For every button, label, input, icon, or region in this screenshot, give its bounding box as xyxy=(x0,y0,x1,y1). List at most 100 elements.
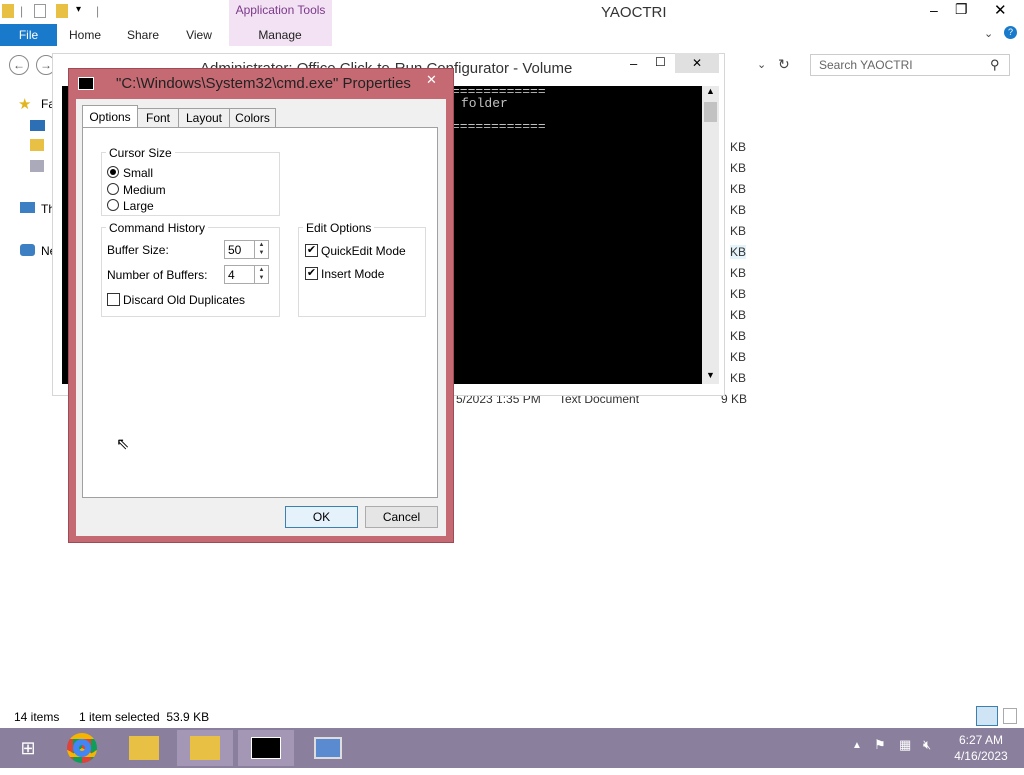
show-hidden-icons-icon[interactable]: ▲ xyxy=(852,740,862,751)
tab-options[interactable]: Options xyxy=(82,105,138,128)
tab-home[interactable]: Home xyxy=(62,24,108,46)
file-size: KB xyxy=(730,140,747,154)
restore-button[interactable]: ❐ xyxy=(955,1,968,18)
spin-arrows-icon[interactable]: ▲ ▼ xyxy=(254,241,268,258)
file-size: KB xyxy=(730,182,747,196)
tab-share[interactable]: Share xyxy=(120,24,166,46)
refresh-icon[interactable]: ↻ xyxy=(778,56,790,73)
file-size: KB xyxy=(730,287,747,301)
downloads-icon[interactable] xyxy=(30,139,44,151)
insert-mode-checkbox[interactable]: ✔ xyxy=(305,267,318,280)
radio-small[interactable] xyxy=(107,166,119,178)
file-size: KB xyxy=(730,308,747,322)
help-icon[interactable]: ? xyxy=(1004,26,1017,39)
search-input[interactable]: Search YAOCTRI xyxy=(810,54,1010,76)
window-title: YAOCTRI xyxy=(601,4,667,21)
tab-colors[interactable]: Colors xyxy=(229,108,276,128)
scroll-up-icon[interactable]: ▲ xyxy=(706,86,715,96)
file-size: KB xyxy=(730,329,747,343)
cmd-close-button[interactable]: ✕ xyxy=(675,53,719,73)
num-buffers-stepper[interactable]: 4 ▲ ▼ xyxy=(224,265,269,284)
tab-manage[interactable]: Manage xyxy=(250,24,310,46)
clock-time: 6:27 AM xyxy=(958,733,1004,747)
ok-button[interactable]: OK xyxy=(285,506,358,528)
file-size: KB xyxy=(730,245,747,259)
insert-mode-label[interactable]: Insert Mode xyxy=(321,267,384,281)
radio-large-label[interactable]: Large xyxy=(123,199,154,213)
radio-small-label[interactable]: Small xyxy=(123,166,153,180)
cmd-taskbar-icon[interactable] xyxy=(238,730,294,766)
num-buffers-value[interactable]: 4 xyxy=(228,268,235,282)
qat-dropdown-icon[interactable]: ▾ xyxy=(76,4,81,15)
file-size: KB xyxy=(730,203,747,217)
radio-medium[interactable] xyxy=(107,183,119,195)
close-button[interactable]: ✕ xyxy=(994,1,1007,19)
discard-duplicates-label[interactable]: Discard Old Duplicates xyxy=(123,293,245,307)
network-status-icon[interactable]: ▦ xyxy=(899,737,911,753)
file-size: KB xyxy=(730,161,747,175)
scroll-thumb[interactable] xyxy=(704,102,717,122)
recent-places-icon[interactable] xyxy=(30,160,44,172)
command-history-label: Command History xyxy=(106,221,209,235)
chrome-icon[interactable] xyxy=(54,730,110,766)
new-folder-icon[interactable] xyxy=(56,4,68,18)
folder-icon xyxy=(2,4,14,18)
application-tools-label: Application Tools xyxy=(235,3,326,17)
explorer-titlebar: | ▾ | YAOCTRI – ❐ ✕ xyxy=(0,0,1024,24)
buffer-size-label: Buffer Size: xyxy=(107,243,169,257)
cancel-button[interactable]: Cancel xyxy=(365,506,438,528)
ribbon-expand-icon[interactable]: ⌄ xyxy=(984,27,993,40)
cmd-line: folder xyxy=(461,96,508,111)
qat-separator: | xyxy=(20,4,24,18)
spin-arrows-icon[interactable]: ▲ ▼ xyxy=(254,266,268,283)
quickedit-checkbox[interactable]: ✔ xyxy=(305,244,318,257)
cmd-minimize-button[interactable]: – xyxy=(630,56,637,71)
status-item-count: 14 items xyxy=(14,710,60,724)
taskbar-clock[interactable]: 6:27 AM 4/16/2023 xyxy=(950,732,1012,764)
status-selection: 1 item selected 53.9 KB xyxy=(79,710,210,724)
network-icon[interactable] xyxy=(20,244,35,256)
qat-separator: | xyxy=(96,4,100,18)
cmd-line: ============ xyxy=(452,119,546,134)
buffer-size-value[interactable]: 50 xyxy=(228,243,241,257)
properties-icon[interactable] xyxy=(34,4,46,18)
details-view-icon[interactable] xyxy=(976,706,998,726)
volume-muted-icon[interactable]: 🔇︎ xyxy=(923,737,931,753)
buffer-size-stepper[interactable]: 50 ▲ ▼ xyxy=(224,240,269,259)
start-button-windows-icon[interactable]: ⊞ xyxy=(0,730,56,766)
edit-options-label: Edit Options xyxy=(303,221,375,235)
dialog-title: "C:\Windows\System32\cmd.exe" Properties xyxy=(116,75,411,92)
remote-desktop-icon[interactable] xyxy=(300,730,356,766)
clock-date: 4/16/2023 xyxy=(954,749,1008,763)
tab-view[interactable]: View xyxy=(176,24,222,46)
action-center-flag-icon[interactable]: ⚑ xyxy=(874,737,886,753)
this-pc-icon[interactable] xyxy=(20,202,35,213)
file-explorer-icon[interactable] xyxy=(116,730,172,766)
back-arrow-icon[interactable]: ← xyxy=(9,55,29,75)
file-explorer-active-icon[interactable] xyxy=(177,730,233,766)
mouse-cursor-icon: ⇖ xyxy=(116,436,130,453)
scroll-down-icon[interactable]: ▼ xyxy=(706,370,715,380)
minimize-button[interactable]: – xyxy=(930,2,938,18)
tab-file[interactable]: File xyxy=(0,24,57,46)
address-dropdown-icon[interactable]: ⌄ xyxy=(757,58,766,71)
cmd-icon xyxy=(78,77,94,90)
desktop-icon[interactable] xyxy=(30,120,45,131)
cmd-scrollbar[interactable]: ▲ ▼ xyxy=(702,86,719,384)
file-size: KB xyxy=(730,371,747,385)
cursor-size-label: Cursor Size xyxy=(106,146,175,160)
dialog-close-button[interactable]: ✕ xyxy=(426,72,437,88)
file-size: KB xyxy=(730,350,747,364)
large-icons-view-icon[interactable] xyxy=(1003,708,1017,724)
cmd-maximize-button[interactable]: ☐ xyxy=(655,55,666,69)
radio-medium-label[interactable]: Medium xyxy=(123,183,166,197)
discard-duplicates-checkbox[interactable] xyxy=(107,293,120,306)
favorites-star-icon: ★ xyxy=(18,96,32,113)
search-icon[interactable]: ⚲ xyxy=(990,57,1000,73)
radio-large[interactable] xyxy=(107,199,119,211)
tab-font[interactable]: Font xyxy=(137,108,179,128)
num-buffers-label: Number of Buffers: xyxy=(107,268,208,282)
file-size: KB xyxy=(730,266,747,280)
tab-layout[interactable]: Layout xyxy=(178,108,230,128)
quickedit-label[interactable]: QuickEdit Mode xyxy=(321,244,406,258)
